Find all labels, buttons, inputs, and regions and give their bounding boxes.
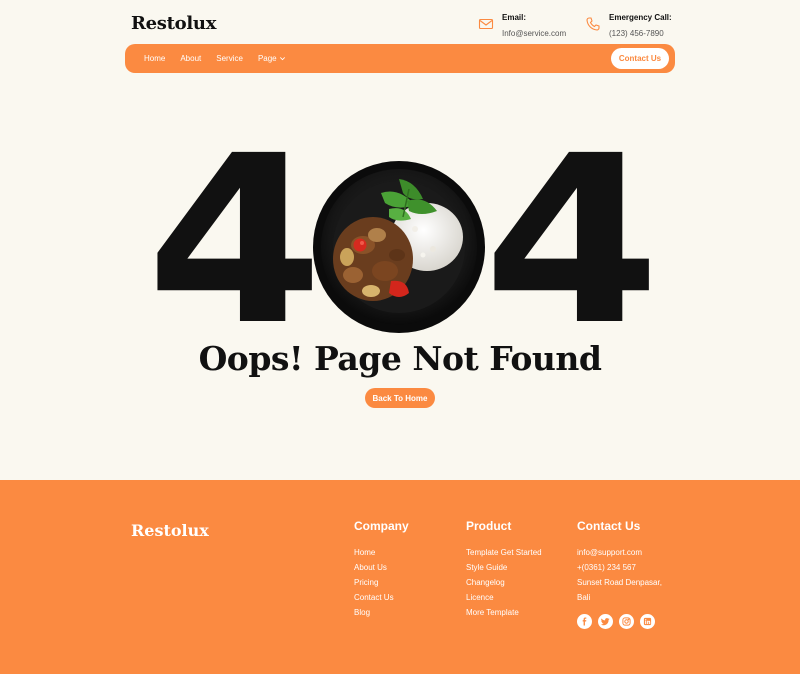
error-digit-left: 4	[146, 106, 324, 376]
site-header: Restolux Email: Info@service.com Emergen…	[0, 0, 800, 44]
footer-link-blog[interactable]: Blog	[354, 605, 409, 620]
nav-item-label: About	[180, 54, 202, 63]
nav-item-page[interactable]: Page	[258, 54, 286, 63]
nav-item-service[interactable]: Service	[216, 54, 243, 63]
food-plate-image	[313, 161, 485, 333]
email-value[interactable]: Info@service.com	[502, 29, 566, 39]
facebook-link[interactable]	[577, 614, 592, 629]
footer-contact-phone[interactable]: +(0361) 234 567	[577, 560, 677, 575]
linkedin-link[interactable]	[640, 614, 655, 629]
error-digit-right: 4	[483, 106, 661, 376]
brand-logo[interactable]: Restolux	[131, 13, 216, 34]
site-footer: Restolux Company Home About Us Pricing C…	[0, 480, 800, 674]
footer-company-column: Company Home About Us Pricing Contact Us…	[354, 519, 409, 620]
footer-contact-email[interactable]: info@support.com	[577, 545, 677, 560]
footer-link-pricing[interactable]: Pricing	[354, 575, 409, 590]
back-to-home-button[interactable]: Back To Home	[365, 388, 435, 408]
nav-item-about[interactable]: About	[180, 54, 201, 63]
nav-links: Home About Service Page	[144, 44, 301, 73]
main-navbar: Home About Service Page Contact Us	[125, 44, 675, 73]
instagram-icon	[622, 617, 631, 626]
nav-item-home[interactable]: Home	[144, 54, 165, 63]
footer-contact-column: Contact Us info@support.com +(0361) 234 …	[577, 519, 677, 629]
footer-link-changelog[interactable]: Changelog	[466, 575, 542, 590]
email-label: Email:	[502, 13, 527, 22]
page-title: Oops! Page Not Found	[198, 339, 602, 378]
footer-contact-address: Sunset Road Denpasar, Bali	[577, 578, 662, 602]
header-email: Email: Info@service.com	[478, 13, 566, 39]
footer-link-style-guide[interactable]: Style Guide	[466, 560, 542, 575]
footer-column-title: Product	[466, 519, 512, 533]
footer-link-contact-us[interactable]: Contact Us	[354, 590, 409, 605]
footer-link-template-get-started[interactable]: Template Get Started	[466, 545, 542, 560]
twitter-icon	[601, 618, 610, 626]
footer-product-column: Product Template Get Started Style Guide…	[466, 519, 542, 620]
social-links	[577, 614, 677, 629]
footer-link-more-template[interactable]: More Template	[466, 605, 542, 620]
footer-link-licence[interactable]: Licence	[466, 590, 542, 605]
header-call: Emergency Call: (123) 456-7890	[585, 13, 672, 39]
footer-link-home[interactable]: Home	[354, 545, 409, 560]
linkedin-icon	[643, 617, 652, 626]
facebook-icon	[582, 617, 587, 626]
footer-column-title: Company	[354, 519, 409, 533]
instagram-link[interactable]	[619, 614, 634, 629]
footer-link-about-us[interactable]: About Us	[354, 560, 409, 575]
chevron-down-icon	[279, 57, 285, 61]
not-found-hero: 4 4 Oops! Page Not Found Back To Home	[0, 73, 800, 480]
footer-brand-logo[interactable]: Restolux	[131, 521, 209, 540]
mail-icon	[478, 18, 494, 30]
nav-item-label: Service	[216, 54, 243, 63]
nav-item-label: Page	[257, 54, 277, 63]
nav-item-label: Home	[144, 54, 166, 63]
contact-us-button[interactable]: Contact Us	[611, 48, 669, 69]
call-label: Emergency Call:	[609, 13, 672, 22]
phone-icon	[586, 17, 600, 31]
footer-column-title: Contact Us	[577, 519, 641, 533]
call-value[interactable]: (123) 456-7890	[609, 29, 672, 39]
twitter-link[interactable]	[598, 614, 613, 629]
